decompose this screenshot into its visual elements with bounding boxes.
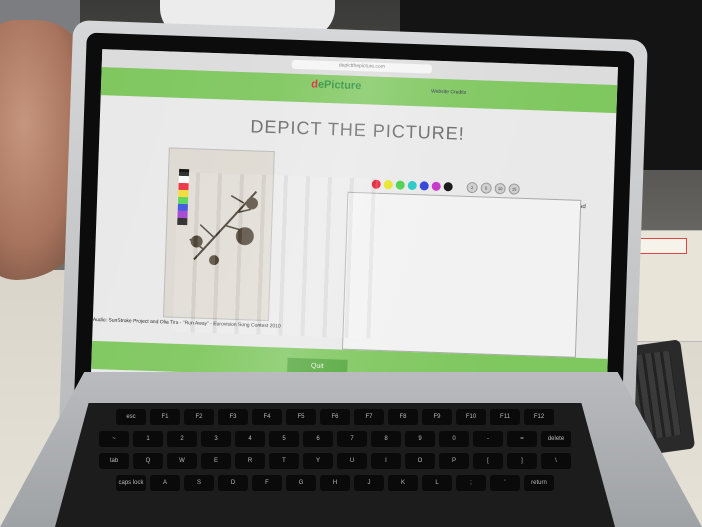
keyboard-key[interactable]: L: [422, 475, 452, 491]
brush-size-button[interactable]: 2: [466, 181, 478, 194]
brush-size-button[interactable]: 5: [480, 182, 492, 194]
keyboard-key[interactable]: U: [337, 453, 367, 469]
page-title: DEPICT THE PICTURE!: [250, 116, 466, 144]
keyboard-key[interactable]: Q: [133, 453, 163, 469]
color-swatch[interactable]: [419, 181, 429, 191]
keyboard-key[interactable]: 5: [269, 431, 299, 447]
keyboard-key[interactable]: tab: [99, 453, 129, 469]
logo-text: ePicture: [317, 78, 362, 93]
keyboard-key[interactable]: 1: [133, 431, 163, 447]
keyboard-key[interactable]: F: [252, 475, 282, 491]
keyboard-key[interactable]: F7: [354, 409, 384, 425]
keyboard-key[interactable]: \: [541, 453, 571, 469]
keyboard-key[interactable]: E: [201, 453, 231, 469]
laptop-keyboard: esc F1 F2 F3 F4 F5 F6 F7 F8 F9 F10 F11 F12 ~1 2 3 4 5 6 7 8…: [55, 403, 615, 527]
keyboard-key[interactable]: delete: [541, 431, 571, 447]
keyboard-key[interactable]: H: [320, 475, 350, 491]
keyboard-key[interactable]: F5: [286, 409, 316, 425]
keyboard-key[interactable]: D: [218, 475, 248, 491]
keyboard-key[interactable]: F3: [218, 409, 248, 425]
color-swatch[interactable]: [395, 180, 405, 190]
window-reflection: [172, 171, 378, 339]
nav-link-credits[interactable]: Website Credits: [431, 89, 466, 96]
keyboard-key[interactable]: esc: [116, 409, 146, 425]
keyboard-key[interactable]: ;: [456, 475, 486, 491]
keyboard-key[interactable]: F6: [320, 409, 350, 425]
keyboard-key[interactable]: 3: [201, 431, 231, 447]
keyboard-key[interactable]: 9: [405, 431, 435, 447]
drawing-palette: 2 5 10 15: [371, 179, 520, 195]
color-swatch[interactable]: [443, 182, 453, 192]
keyboard-key[interactable]: 2: [167, 431, 197, 447]
keyboard-key[interactable]: ~: [99, 431, 129, 447]
address-bar[interactable]: depictthepicture.com: [291, 59, 432, 74]
keyboard-key[interactable]: S: [184, 475, 214, 491]
keyboard-key[interactable]: T: [269, 453, 299, 469]
keyboard-key[interactable]: 7: [337, 431, 367, 447]
keyboard-key[interactable]: 8: [371, 431, 401, 447]
laptop-screen: depictthepicture.com dePicture Website C…: [90, 49, 618, 419]
color-swatch[interactable]: [383, 180, 393, 190]
keyboard-key[interactable]: return: [524, 475, 554, 491]
brush-size-button[interactable]: 15: [508, 183, 520, 195]
keyboard-key[interactable]: 0: [439, 431, 469, 447]
color-swatch[interactable]: [407, 180, 417, 191]
keyboard-row-qwerty: tab Q W E R T Y U I O P[] \: [55, 453, 615, 469]
keyboard-key[interactable]: ': [490, 475, 520, 491]
keyboard-key[interactable]: W: [167, 453, 197, 469]
keyboard-key[interactable]: O: [405, 453, 435, 469]
keyboard-key[interactable]: F10: [456, 409, 486, 425]
keyboard-key[interactable]: F1: [150, 409, 180, 425]
brush-size-button[interactable]: 10: [494, 182, 506, 195]
site-logo[interactable]: dePicture: [311, 78, 362, 92]
keyboard-key[interactable]: F11: [490, 409, 520, 425]
keyboard-key[interactable]: =: [507, 431, 537, 447]
keyboard-key[interactable]: -: [473, 431, 503, 447]
keyboard-row-function: esc F1 F2 F3 F4 F5 F6 F7 F8 F9 F10 F11 F12: [55, 409, 615, 425]
keyboard-key[interactable]: 4: [235, 431, 265, 447]
keyboard-key[interactable]: F9: [422, 409, 452, 425]
keyboard-key[interactable]: P: [439, 453, 469, 469]
color-swatch[interactable]: [431, 181, 441, 191]
drawing-canvas[interactable]: [341, 191, 582, 358]
keyboard-key[interactable]: F8: [388, 409, 418, 425]
keyboard-key[interactable]: Y: [303, 453, 333, 469]
keyboard-key[interactable]: F4: [252, 409, 282, 425]
keyboard-key[interactable]: G: [286, 475, 316, 491]
keyboard-key[interactable]: F2: [184, 409, 214, 425]
keyboard-key[interactable]: ]: [507, 453, 537, 469]
keyboard-key[interactable]: K: [388, 475, 418, 491]
keyboard-key[interactable]: 6: [303, 431, 333, 447]
keyboard-key[interactable]: J: [354, 475, 384, 491]
keyboard-key[interactable]: F12: [524, 409, 554, 425]
keyboard-key[interactable]: I: [371, 453, 401, 469]
keyboard-key[interactable]: R: [235, 453, 265, 469]
keyboard-key[interactable]: [: [473, 453, 503, 469]
keyboard-row-numbers: ~1 2 3 4 5 6 7 8 9 0- = delete: [55, 431, 615, 447]
keyboard-key[interactable]: caps lock: [116, 475, 146, 491]
keyboard-row-home: caps lock A S D F G H J K L; ' return: [55, 475, 615, 491]
keyboard-key[interactable]: A: [150, 475, 180, 491]
